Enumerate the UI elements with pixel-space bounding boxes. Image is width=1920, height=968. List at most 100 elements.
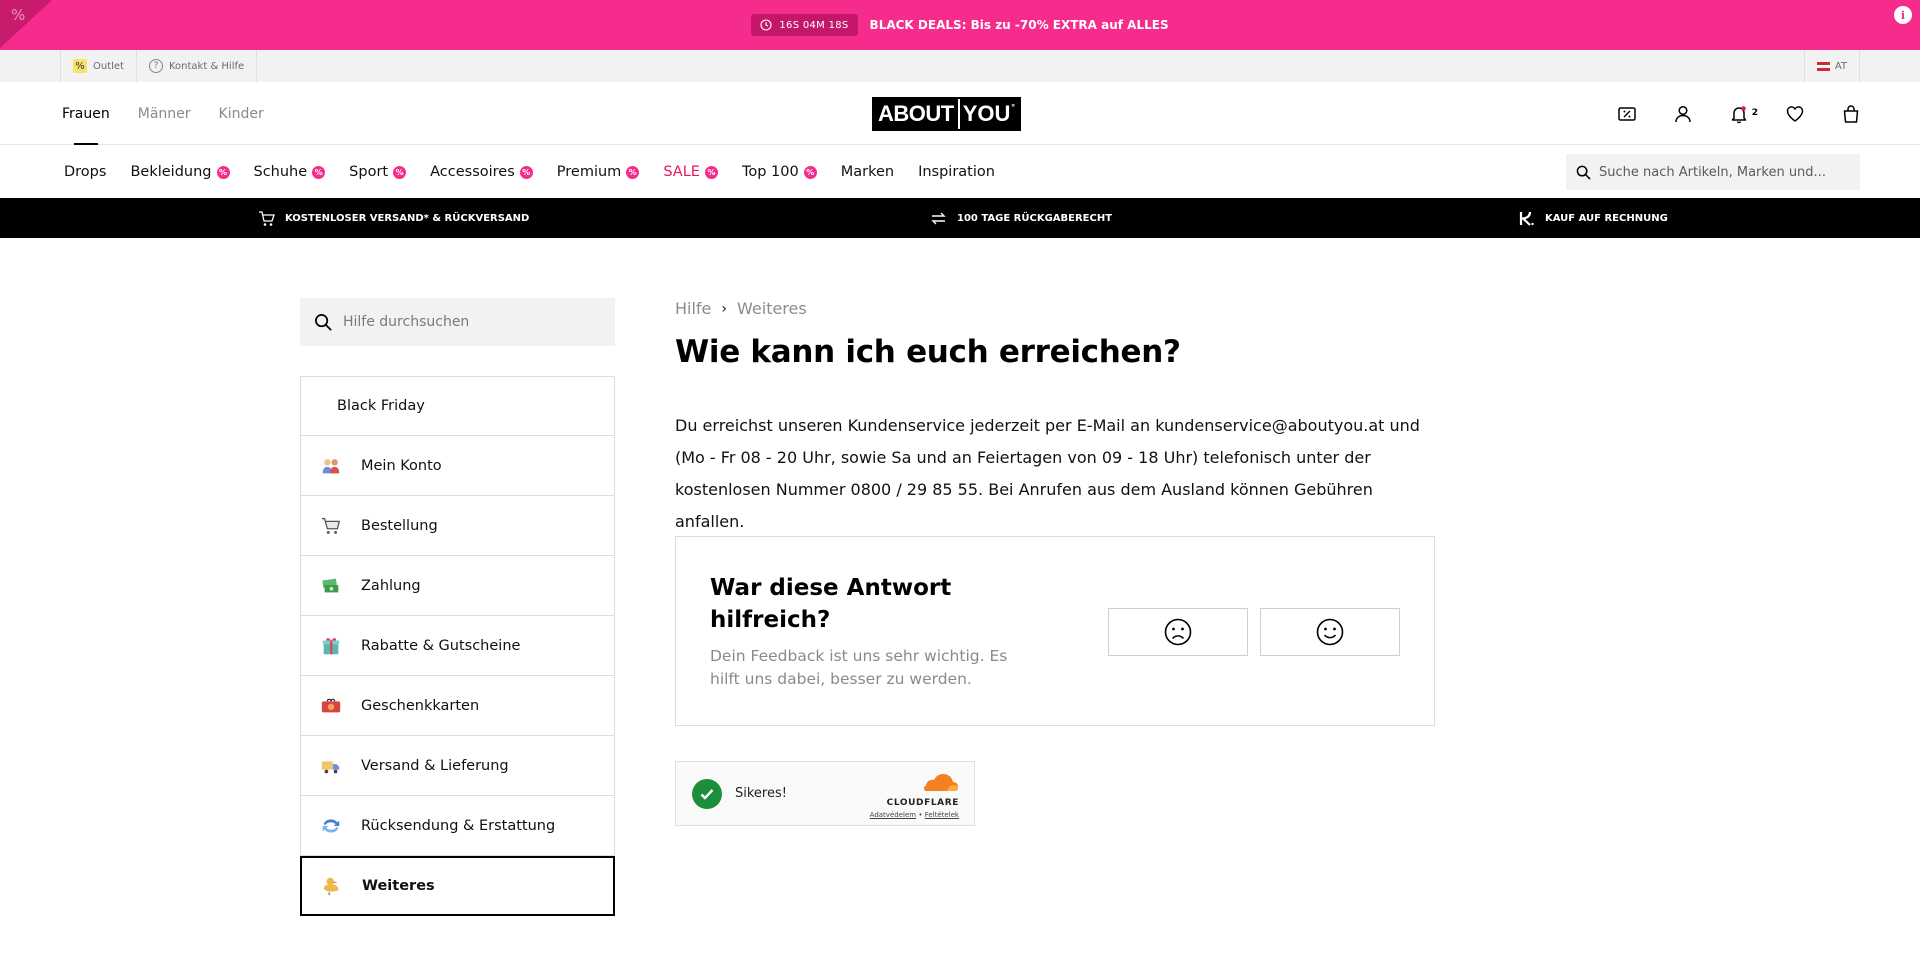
giftcard-icon [319,694,343,718]
heart-icon[interactable] [1784,103,1806,125]
sidebar-item-label: Rabatte & Gutscheine [361,637,521,654]
money-icon [319,574,343,598]
header-icons: 2 [1616,82,1862,145]
main-header: Frauen Männer Kinder ABOUT YOU ° 2 [0,82,1920,145]
feedback-box: War diese Antwort hilfreich? Dein Feedba… [675,536,1435,726]
nav-sale[interactable]: SALE% [663,164,718,180]
feedback-subtitle: Dein Feedback ist uns sehr wichtig. Es h… [710,647,1008,688]
outlet-icon: % [73,59,87,73]
tab-frauen[interactable]: Frauen [62,82,110,145]
usp-invoice: KAUF AUF RECHNUNG [1518,198,1668,238]
sidebar-item-versand-lieferung[interactable]: Versand & Lieferung [300,736,615,796]
sidebar-item-black-friday[interactable]: Black Friday [300,376,615,436]
sidebar-item-label: Versand & Lieferung [361,757,509,774]
sidebar-item-rabatte-gutscheine[interactable]: Rabatte & Gutscheine [300,616,615,676]
product-search [1566,154,1860,190]
notification-count: 2 [1751,107,1758,118]
country-selector[interactable]: AT [1803,50,1860,82]
sidebar-item-mein-konto[interactable]: Mein Konto [300,436,615,496]
sidebar-item-label: Geschenkkarten [361,697,480,714]
logo-about: ABOUT [874,99,958,129]
nav-accessoires[interactable]: Accessoires% [430,164,533,180]
nav-inspiration[interactable]: Inspiration [918,164,995,180]
product-search-input[interactable] [1599,164,1849,180]
feedback-negative-button[interactable] [1108,608,1248,656]
usp-returns: 100 TAGE RÜCKGABERECHT [930,198,1112,238]
countdown-timer: 16S 04M 18S [751,14,858,36]
utility-bar: % Outlet ? Kontakt & Hilfe AT [0,50,1920,82]
people-icon [319,454,343,478]
privacy-link[interactable]: Adatvédelem [870,811,916,819]
gender-tabs: Frauen Männer Kinder [62,82,264,145]
cloudflare-status: Sikeres! [735,786,787,801]
bell-icon[interactable]: 2 [1728,103,1758,125]
logo-you: YOU ° [957,99,1020,129]
category-nav: Drops Bekleidung% Schuhe% Sport% Accesso… [0,146,1920,198]
sidebar-item-geschenkkarten[interactable]: Geschenkkarten [300,676,615,736]
promo-banner[interactable]: % 16S 04M 18S BLACK DEALS: Bis zu -70% E… [0,0,1920,50]
search-icon [1576,165,1591,180]
cart-icon [259,210,275,226]
nav-bekleidung[interactable]: Bekleidung% [130,164,230,180]
user-icon[interactable] [1672,103,1694,125]
sidebar-item-label: Weiteres [362,878,435,894]
sidebar-item-label: Black Friday [337,398,425,414]
nav-marken[interactable]: Marken [841,164,894,180]
sidebar-item-label: Rücksendung & Erstattung [361,817,556,834]
nav-top-100[interactable]: Top 100% [742,164,817,180]
sidebar-item-ruecksendung-erstattung[interactable]: Rücksendung & Erstattung [300,796,615,856]
breadcrumb: Hilfe › Weiteres [675,299,807,318]
tab-kinder[interactable]: Kinder [219,82,264,145]
clock-icon [760,19,772,31]
duck-icon [320,874,344,898]
sidebar-item-label: Mein Konto [361,457,442,474]
countdown-text: 16S 04M 18S [779,19,849,31]
sidebar-item-label: Zahlung [361,577,421,594]
help-label: Kontakt & Hilfe [168,60,245,72]
discount-badge-icon: % [393,165,407,179]
sidebar-item-weiteres[interactable]: Weiteres [300,856,615,916]
cloudflare-logo: CLOUDFLARE Adatvédelem • Feltételek [870,773,959,819]
bag-icon[interactable] [1840,103,1862,125]
country-label: AT [1834,60,1847,72]
breadcrumb-weiteres[interactable]: Weiteres [737,299,807,318]
promo-text: BLACK DEALS: Bis zu -70% EXTRA auf ALLES [869,18,1169,32]
usp-shipping: KOSTENLOSER VERSAND* & RÜCKVERSAND [258,198,529,238]
promo-corner: % [0,0,52,48]
feedback-title: War diese Antwort hilfreich? [710,575,952,633]
cloudflare-links: Adatvédelem • Feltételek [869,811,959,819]
info-icon[interactable]: i [1894,6,1912,24]
discount-icon[interactable] [1616,103,1638,125]
sidebar-item-bestellung[interactable]: Bestellung [300,496,615,556]
terms-link[interactable]: Feltételek [925,811,959,819]
tab-maenner[interactable]: Männer [138,82,191,145]
help-search-input[interactable] [343,314,603,330]
cloudflare-widget: Sikeres! CLOUDFLARE Adatvédelem • Feltét… [675,761,975,826]
about-you-logo[interactable]: ABOUT YOU ° [872,97,1022,131]
nav-drops[interactable]: Drops [64,164,106,180]
breadcrumb-hilfe[interactable]: Hilfe [675,299,711,318]
sidebar-item-label: Bestellung [361,517,438,534]
nav-schuhe[interactable]: Schuhe% [254,164,326,180]
sad-face-icon [1164,618,1192,646]
austria-flag-icon [1816,61,1830,71]
success-check-icon [692,779,722,809]
swap-arrows-icon [931,212,946,224]
gift-icon [319,634,343,658]
help-link[interactable]: ? Kontakt & Hilfe [137,50,258,82]
feedback-positive-button[interactable] [1260,608,1400,656]
truck-icon [319,754,343,778]
search-icon [315,313,332,331]
return-icon [319,814,343,838]
discount-badge-icon: % [312,165,326,179]
nav-sport[interactable]: Sport% [349,164,407,180]
question-icon: ? [148,59,163,73]
sidebar-item-zahlung[interactable]: Zahlung [300,556,615,616]
outlet-link[interactable]: % Outlet [60,50,137,82]
percent-icon: % [11,6,26,24]
cloudflare-brand: CLOUDFLARE [886,798,959,808]
help-category-list: Black Friday Mein Konto Bestellung Zahlu… [300,376,615,916]
help-search [300,298,615,346]
nav-premium[interactable]: Premium% [557,164,640,180]
cloud-icon [923,774,958,791]
